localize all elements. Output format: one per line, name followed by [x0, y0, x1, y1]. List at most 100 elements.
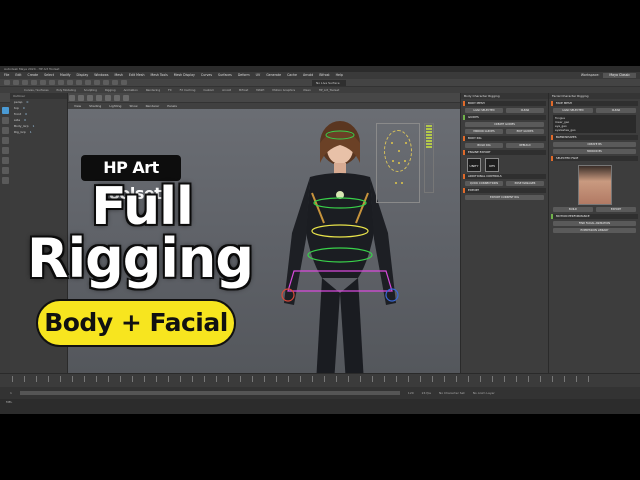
shelf-tool-icon[interactable] — [87, 94, 93, 101]
picker-control[interactable] — [398, 150, 400, 152]
select-hierarchy-icon[interactable] — [58, 80, 64, 85]
shelf-tool-icon[interactable] — [69, 94, 75, 101]
section-motion-performance[interactable]: MOTION PERFORMANCE — [551, 214, 638, 219]
list-item[interactable]: eyelashes_geo — [555, 128, 634, 132]
picker-control[interactable] — [391, 142, 393, 144]
section-export[interactable]: EXPORT — [463, 188, 546, 193]
select-tool-icon[interactable] — [1, 107, 9, 114]
create-guides-button[interactable]: CREATE GUIDES — [465, 122, 544, 127]
picker-control[interactable] — [395, 182, 397, 184]
expression-library-button[interactable]: EXPRESSION LIBRARY — [553, 228, 636, 233]
section-guides[interactable]: GUIDES — [463, 115, 546, 120]
menu-generate[interactable]: Generate — [266, 72, 281, 79]
slider-bar[interactable] — [426, 128, 432, 130]
paint-select-icon[interactable] — [1, 127, 9, 134]
vp-menu-shading[interactable]: Shading — [89, 103, 101, 109]
shelf-tool-icon[interactable] — [105, 94, 111, 101]
open-scene-icon[interactable] — [22, 80, 28, 85]
menu-uv[interactable]: UV — [256, 72, 261, 79]
create-bs-button[interactable]: CREATE BS — [553, 142, 636, 147]
slider-bar[interactable] — [426, 131, 432, 133]
command-language[interactable]: MEL — [6, 400, 12, 404]
menu-bifrost[interactable]: Bifrost — [319, 72, 329, 79]
undo-icon[interactable] — [40, 80, 46, 85]
menu-select[interactable]: Select — [44, 72, 54, 79]
edit-guides-button[interactable]: EDIT GUIDES — [506, 129, 544, 134]
menu-mesh-tools[interactable]: Mesh Tools — [151, 72, 168, 79]
render-icon[interactable] — [112, 80, 118, 85]
load-selected-button[interactable]: LOAD SELECTED — [465, 108, 503, 113]
menu-create[interactable]: Create — [28, 72, 39, 79]
ue5-button[interactable]: UE5 — [485, 158, 499, 172]
range-bar[interactable] — [19, 391, 400, 395]
shelf-tool-icon[interactable] — [78, 94, 84, 101]
picker-control[interactable] — [404, 160, 406, 162]
menu-windows[interactable]: Windows — [94, 72, 108, 79]
picker-control[interactable] — [392, 160, 394, 162]
mode-dropdown-icon[interactable] — [4, 80, 10, 85]
export-rig-button[interactable]: EXPORT CURRENT RIG — [465, 195, 544, 200]
picker-control[interactable] — [405, 142, 407, 144]
section-selected-face[interactable]: SELECTED FACE — [551, 156, 638, 161]
fps-dropdown[interactable]: 24 fps — [422, 391, 431, 395]
slider-bar[interactable] — [426, 146, 432, 148]
save-scene-icon[interactable] — [31, 80, 37, 85]
range-end[interactable]: 120 — [408, 391, 414, 395]
mirror-bs-button[interactable]: MIRROR BS — [553, 149, 636, 154]
menu-deform[interactable]: Deform — [238, 72, 250, 79]
slider-bar[interactable] — [426, 143, 432, 145]
select-component-icon[interactable] — [76, 80, 82, 85]
section-face-mesh[interactable]: FACE MESH — [551, 101, 638, 106]
menu-file[interactable]: File — [4, 72, 9, 79]
picker-control[interactable] — [398, 162, 400, 164]
snap-curve-icon[interactable] — [94, 80, 100, 85]
face-build-button[interactable]: BUILD — [553, 207, 593, 212]
character-set-dropdown[interactable]: No Character Set — [439, 391, 465, 395]
rotate-tool-icon[interactable] — [1, 147, 9, 154]
section-additional-controls[interactable]: ADDITIONAL CONTROLS — [463, 174, 546, 179]
find-facial-animation-button[interactable]: FIND FACIAL ANIMATION — [553, 221, 636, 226]
select-object-icon[interactable] — [67, 80, 73, 85]
vp-menu-lighting[interactable]: Lighting — [109, 103, 121, 109]
picker-sliders[interactable] — [424, 123, 434, 193]
redo-icon[interactable] — [49, 80, 55, 85]
unity-button[interactable]: UNITY — [467, 158, 481, 172]
menu-curves[interactable]: Curves — [201, 72, 212, 79]
lasso-tool-icon[interactable] — [1, 117, 9, 124]
vp-menu-show[interactable]: Show — [129, 103, 137, 109]
face-clear-button[interactable]: CLEAR — [596, 108, 636, 113]
anim-layer-dropdown[interactable]: No Anim Layer — [473, 391, 495, 395]
vp-menu-renderer[interactable]: Renderer — [146, 103, 160, 109]
picker-control[interactable] — [401, 182, 403, 184]
slider-bar[interactable] — [426, 140, 432, 142]
section-engine-export[interactable]: ENGINE EXPORT — [463, 150, 546, 155]
scale-tool-icon[interactable] — [1, 157, 9, 164]
clear-button[interactable]: CLEAR — [506, 108, 544, 113]
new-scene-icon[interactable] — [13, 80, 19, 85]
menu-edit-mesh[interactable]: Edit Mesh — [129, 72, 145, 79]
face-load-selected-button[interactable]: LOAD SELECTED — [553, 108, 593, 113]
face-export-button[interactable]: EXPORT — [596, 207, 636, 212]
time-slider[interactable] — [0, 373, 640, 387]
range-start[interactable]: 1 — [10, 391, 12, 395]
pose-manager-button[interactable]: POSE MANAGER — [506, 181, 544, 186]
shelf-tool-icon[interactable] — [123, 94, 129, 101]
menu-edit[interactable]: Edit — [15, 72, 21, 79]
rebuild-button[interactable]: REBUILD — [506, 143, 544, 148]
facial-picker[interactable] — [376, 123, 420, 203]
mirror-guides-button[interactable]: MIRROR GUIDES — [465, 129, 503, 134]
outliner-row[interactable]: Rig_Grp 1 — [10, 129, 67, 135]
section-blendshapes[interactable]: BLENDSHAPES — [551, 135, 638, 140]
slider-bar[interactable] — [426, 125, 432, 127]
face-mesh-list[interactable]: Tongue lower_geo eye_geo eyelashes_geo — [553, 115, 636, 133]
vp-menu-panels[interactable]: Panels — [167, 103, 177, 109]
section-body-mesh[interactable]: BODY MESH — [463, 101, 546, 106]
workspace-dropdown[interactable]: Maya Classic — [603, 73, 636, 78]
vp-menu-view[interactable]: View — [74, 103, 81, 109]
menu-help[interactable]: Help — [336, 72, 343, 79]
live-surface-field[interactable]: No Live Surface — [312, 80, 346, 86]
single-view-icon[interactable] — [1, 167, 9, 174]
slider-bar[interactable] — [426, 134, 432, 136]
move-tool-icon[interactable] — [1, 137, 9, 144]
four-view-icon[interactable] — [1, 177, 9, 184]
